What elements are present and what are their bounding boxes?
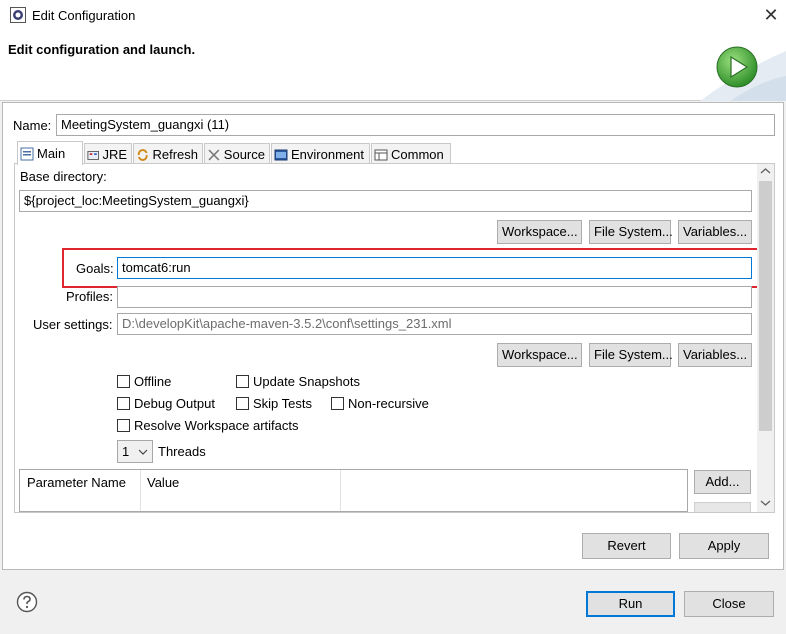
threads-value: 1 bbox=[122, 444, 130, 459]
tab-jre[interactable]: JRE bbox=[84, 143, 132, 165]
window-title: Edit Configuration bbox=[32, 8, 136, 23]
skip-tests-label: Skip Tests bbox=[253, 396, 313, 411]
column-divider bbox=[140, 470, 141, 511]
profiles-label: Profiles: bbox=[66, 289, 113, 304]
edit-parameter-button-partial[interactable] bbox=[694, 502, 751, 512]
header-title: Edit configuration and launch. bbox=[8, 42, 196, 57]
resolve-workspace-checkbox[interactable]: Resolve Workspace artifacts bbox=[117, 418, 299, 433]
threads-label: Threads bbox=[158, 444, 206, 459]
tab-source[interactable]: Source bbox=[204, 143, 270, 165]
tab-environment[interactable]: Environment bbox=[271, 143, 370, 165]
close-button[interactable]: Close bbox=[684, 591, 774, 617]
file-system-button-2[interactable]: File System... bbox=[589, 343, 673, 367]
scroll-down-icon[interactable] bbox=[760, 499, 771, 507]
revert-button[interactable]: Revert bbox=[582, 533, 671, 559]
skip-tests-checkbox[interactable]: Skip Tests bbox=[236, 396, 312, 411]
column-divider bbox=[340, 470, 341, 511]
offline-label: Offline bbox=[134, 374, 172, 389]
apply-button[interactable]: Apply bbox=[679, 533, 769, 559]
common-icon bbox=[374, 149, 388, 160]
tab-refresh[interactable]: Refresh bbox=[133, 143, 203, 165]
environment-icon bbox=[274, 149, 288, 160]
workspace-button-2[interactable]: Workspace... bbox=[497, 343, 582, 367]
goals-label: Goals: bbox=[76, 261, 114, 276]
add-parameter-button[interactable]: Add... bbox=[694, 470, 751, 494]
checkbox-box[interactable] bbox=[117, 397, 130, 410]
checkbox-box[interactable] bbox=[236, 375, 249, 388]
variables-button-1[interactable]: Variables... bbox=[678, 220, 752, 244]
scroll-up-icon[interactable] bbox=[760, 167, 771, 175]
tab-common-label: Common bbox=[391, 146, 444, 162]
close-window-icon[interactable]: ✕ bbox=[760, 4, 782, 26]
offline-checkbox[interactable]: Offline bbox=[117, 374, 171, 389]
checkbox-box[interactable] bbox=[117, 419, 130, 432]
file-system-button-1[interactable]: File System... bbox=[589, 220, 673, 244]
name-field[interactable]: MeetingSystem_guangxi (11) bbox=[56, 114, 775, 136]
help-icon[interactable] bbox=[16, 591, 38, 613]
update-snapshots-label: Update Snapshots bbox=[253, 374, 360, 389]
tab-source-label: Source bbox=[223, 146, 265, 162]
goals-field[interactable]: tomcat6:run bbox=[117, 257, 752, 279]
column-header-value[interactable]: Value bbox=[147, 475, 179, 490]
user-settings-label: User settings: bbox=[33, 317, 113, 332]
eclipse-app-icon bbox=[10, 7, 26, 23]
resolve-workspace-label: Resolve Workspace artifacts bbox=[134, 418, 299, 433]
run-launch-icon bbox=[716, 46, 758, 88]
checkbox-box[interactable] bbox=[331, 397, 344, 410]
user-settings-field[interactable]: D:\developKit\apache-maven-3.5.2\conf\se… bbox=[117, 313, 752, 335]
base-directory-label: Base directory: bbox=[20, 169, 107, 184]
variables-button-2[interactable]: Variables... bbox=[678, 343, 752, 367]
base-directory-field[interactable]: ${project_loc:MeetingSystem_guangxi} bbox=[19, 190, 752, 212]
non-recursive-checkbox[interactable]: Non-recursive bbox=[331, 396, 429, 411]
run-button[interactable]: Run bbox=[586, 591, 675, 617]
checkbox-box[interactable] bbox=[117, 375, 130, 388]
source-icon bbox=[208, 149, 220, 160]
jre-icon bbox=[87, 150, 99, 160]
update-snapshots-checkbox[interactable]: Update Snapshots bbox=[236, 374, 360, 389]
scrollbar-thumb[interactable] bbox=[759, 181, 772, 431]
name-label: Name: bbox=[13, 118, 52, 133]
refresh-icon bbox=[137, 148, 148, 161]
tab-main-label: Main bbox=[37, 145, 66, 161]
debug-output-checkbox[interactable]: Debug Output bbox=[117, 396, 215, 411]
workspace-button-1[interactable]: Workspace... bbox=[497, 220, 582, 244]
main-tab-icon bbox=[20, 147, 34, 160]
column-header-parameter-name[interactable]: Parameter Name bbox=[27, 475, 126, 490]
threads-select[interactable]: 1 bbox=[117, 440, 153, 463]
chevron-down-icon bbox=[138, 449, 148, 455]
checkbox-box[interactable] bbox=[236, 397, 249, 410]
tab-environment-label: Environment bbox=[291, 146, 364, 162]
tab-jre-label: JRE bbox=[102, 146, 127, 162]
profiles-field[interactable] bbox=[117, 286, 752, 308]
debug-output-label: Debug Output bbox=[134, 396, 215, 411]
tab-common[interactable]: Common bbox=[371, 143, 451, 165]
tab-refresh-label: Refresh bbox=[152, 146, 198, 162]
tab-main[interactable]: Main bbox=[17, 141, 83, 165]
non-recursive-label: Non-recursive bbox=[348, 396, 429, 411]
